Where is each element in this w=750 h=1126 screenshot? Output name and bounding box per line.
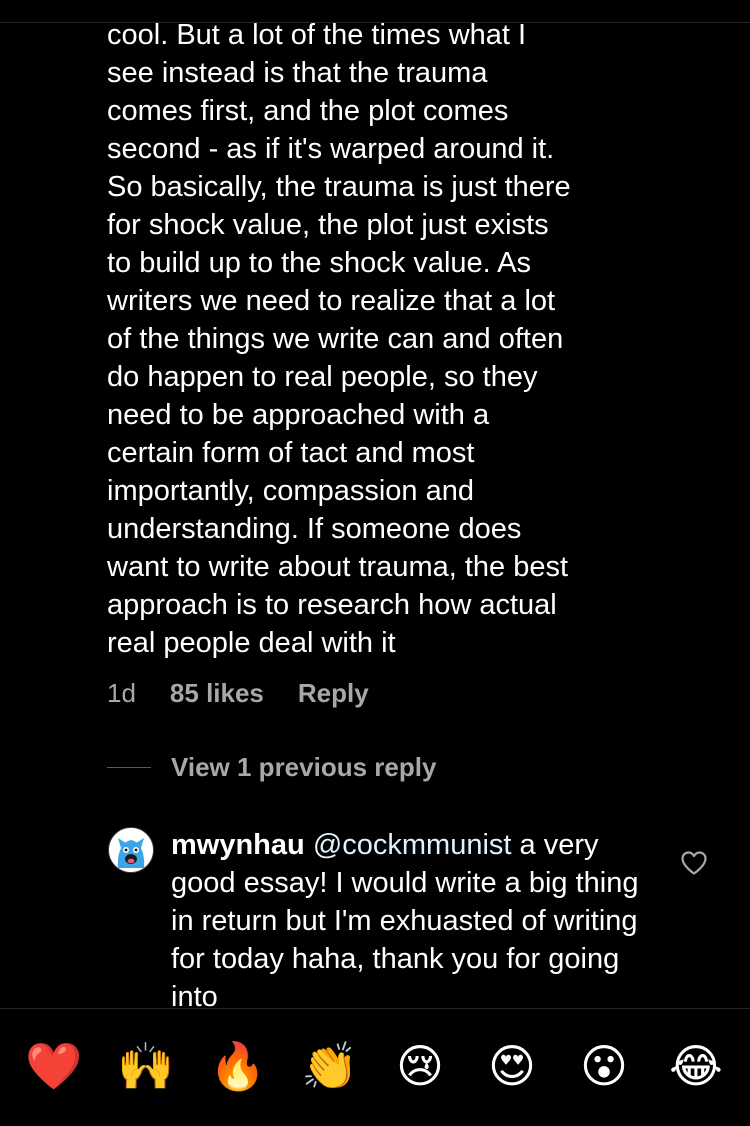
- crying-face-emoji[interactable]: 😢: [393, 1039, 447, 1093]
- reply-username[interactable]: mwynhau: [171, 829, 305, 861]
- avatar-image: [109, 828, 153, 872]
- surprised-face-emoji[interactable]: 😮: [577, 1039, 631, 1093]
- tears-of-joy-emoji[interactable]: 😂: [669, 1039, 723, 1093]
- red-heart-emoji[interactable]: ❤️: [25, 1039, 82, 1093]
- fire-emoji[interactable]: 🔥: [209, 1039, 266, 1093]
- replies-divider-line: [107, 766, 151, 768]
- comment-likes-link[interactable]: 85 likes: [170, 678, 264, 709]
- raising-hands-emoji[interactable]: 🙌: [117, 1039, 174, 1093]
- comment-timestamp: 1d: [107, 677, 136, 708]
- heart-eyes-emoji[interactable]: 😍: [485, 1039, 539, 1093]
- view-previous-replies-label: View 1 previous reply: [171, 751, 437, 782]
- emoji-reaction-bar: ❤️ 🙌 🔥 👏 😢 😍 😮 😂: [0, 1008, 750, 1126]
- like-heart-icon[interactable]: [680, 850, 708, 876]
- comment-text: cool. But a lot of the times what I see …: [107, 19, 571, 659]
- comment-meta: 1d 85 likes Reply: [107, 676, 369, 710]
- clapping-hands-emoji[interactable]: 👏: [301, 1039, 358, 1093]
- view-previous-replies-button[interactable]: View 1 previous reply: [107, 750, 436, 784]
- reply-text-block: mwynhau @cockmmunist a very good essay! …: [171, 826, 651, 1016]
- reply-button[interactable]: Reply: [298, 678, 369, 709]
- reply-mention-link[interactable]: @cockmmunist: [313, 829, 512, 861]
- avatar[interactable]: [108, 827, 154, 873]
